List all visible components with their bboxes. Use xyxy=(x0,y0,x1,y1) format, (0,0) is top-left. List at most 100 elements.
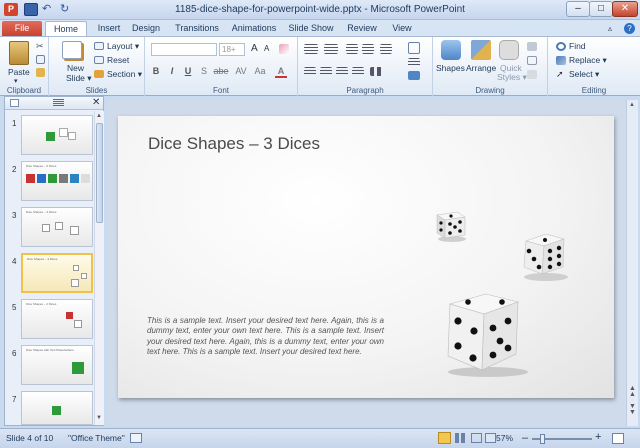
shape-effects-icon[interactable] xyxy=(527,70,537,79)
scroll-up-icon[interactable]: ▲ xyxy=(96,113,102,119)
font-color-button[interactable]: A xyxy=(275,66,287,78)
thumbnail-slide-1[interactable] xyxy=(21,115,93,155)
theme-name[interactable]: "Office Theme" xyxy=(68,433,125,443)
shape-outline-icon[interactable] xyxy=(527,56,537,65)
scroll-thumb[interactable] xyxy=(96,123,103,223)
text-direction-icon[interactable] xyxy=(408,42,420,54)
slide-sorter-icon[interactable] xyxy=(455,433,467,443)
paste-label[interactable]: Paste xyxy=(8,67,30,77)
tab-transitions[interactable]: Transitions xyxy=(170,21,224,37)
italic-button[interactable]: I xyxy=(166,66,178,76)
underline-button[interactable]: U xyxy=(182,66,194,76)
slide-body-text[interactable]: This is a sample text. Insert your desir… xyxy=(147,316,384,358)
scroll-up-icon[interactable]: ▲ xyxy=(629,102,635,108)
shapes-button[interactable]: Shapes xyxy=(436,63,465,73)
cut-icon[interactable]: ✂ xyxy=(36,42,45,51)
clear-format-icon[interactable] xyxy=(279,44,289,54)
tab-view[interactable]: View xyxy=(388,21,416,37)
slide-title[interactable]: Dice Shapes – 3 Dices xyxy=(148,134,320,154)
zoom-out-button[interactable]: – xyxy=(522,432,528,444)
shrink-font-icon[interactable]: A xyxy=(264,44,269,53)
dice-large-image[interactable] xyxy=(440,288,532,378)
quick-styles-label-2[interactable]: Styles ▾ xyxy=(497,72,527,83)
shapes-icon[interactable] xyxy=(441,40,461,60)
copy-icon[interactable] xyxy=(36,55,45,64)
align-center-icon[interactable] xyxy=(320,67,332,76)
maximize-button[interactable]: □ xyxy=(589,1,613,17)
zoom-level[interactable]: 57% xyxy=(496,433,513,443)
tab-review[interactable]: Review xyxy=(344,21,380,37)
replace-button[interactable]: Replace ▾ xyxy=(569,55,607,66)
panel-header: ✕ xyxy=(5,97,103,110)
minimize-ribbon-icon[interactable]: ▵ xyxy=(608,24,612,33)
shape-fill-icon[interactable] xyxy=(527,42,537,51)
help-icon[interactable]: ? xyxy=(624,23,635,34)
spell-check-icon[interactable] xyxy=(130,433,142,443)
zoom-in-button[interactable]: + xyxy=(595,431,601,443)
align-text-icon[interactable] xyxy=(408,58,420,67)
paste-icon[interactable] xyxy=(9,41,29,65)
tab-design[interactable]: Design xyxy=(128,21,164,37)
thumbnail-slide-5[interactable]: Dice Shapes – 2 Dices xyxy=(21,299,93,339)
slide-canvas[interactable]: Dice Shapes – 3 Dices This is a sample t… xyxy=(118,116,614,398)
layout-button[interactable]: Layout ▾ xyxy=(107,41,139,52)
grow-font-icon[interactable]: A xyxy=(251,43,258,54)
increase-indent-icon[interactable] xyxy=(362,44,374,54)
slides-tab-icon[interactable] xyxy=(10,99,19,107)
bullets-icon[interactable] xyxy=(304,44,318,54)
previous-slide-icon[interactable]: ▲ ▲ xyxy=(629,385,636,398)
find-button[interactable]: Find xyxy=(569,41,586,51)
minimize-button[interactable]: – xyxy=(566,1,590,17)
reading-view-icon[interactable] xyxy=(471,433,482,443)
tab-animations[interactable]: Animations xyxy=(228,21,280,37)
thumbnail-slide-7[interactable] xyxy=(21,391,93,425)
numbering-icon[interactable] xyxy=(324,44,338,54)
close-panel-icon[interactable]: ✕ xyxy=(92,97,100,108)
outline-tab-icon[interactable] xyxy=(53,99,64,107)
slideshow-icon[interactable] xyxy=(485,433,496,443)
arrange-icon[interactable] xyxy=(471,40,491,60)
new-slide-label-1[interactable]: New xyxy=(67,63,84,73)
bold-button[interactable]: B xyxy=(150,66,162,76)
normal-view-icon[interactable] xyxy=(438,432,451,444)
arrange-button[interactable]: Arrange xyxy=(466,63,496,73)
next-slide-icon[interactable]: ▼ ▼ xyxy=(629,403,636,416)
tab-file[interactable]: File xyxy=(2,21,42,37)
chevron-down-icon[interactable]: ▾ xyxy=(14,77,18,85)
justify-icon[interactable] xyxy=(352,67,364,76)
thumbnail-slide-2[interactable]: Dice Shapes – 6 Dices xyxy=(21,161,93,201)
shadow-button[interactable]: S xyxy=(198,66,210,76)
section-button[interactable]: Section ▾ xyxy=(107,69,142,80)
tab-insert[interactable]: Insert xyxy=(90,21,128,37)
align-right-icon[interactable] xyxy=(336,67,348,76)
change-case-button[interactable]: Aa xyxy=(253,66,267,76)
new-slide-icon[interactable] xyxy=(62,41,82,59)
thumbnail-slide-4[interactable]: Dice Shapes – 3 Dices xyxy=(21,253,93,293)
fit-to-window-icon[interactable] xyxy=(612,433,624,444)
line-spacing-icon[interactable] xyxy=(380,44,392,54)
decrease-indent-icon[interactable] xyxy=(346,44,358,54)
font-size-select[interactable]: 18+ xyxy=(219,43,245,56)
format-painter-icon[interactable] xyxy=(36,68,45,77)
font-name-select[interactable] xyxy=(151,43,217,56)
dice-medium-image[interactable] xyxy=(520,229,574,281)
zoom-slider-thumb[interactable] xyxy=(540,434,545,444)
select-button[interactable]: Select ▾ xyxy=(569,69,599,80)
smartart-icon[interactable] xyxy=(408,71,420,80)
columns-icon[interactable] xyxy=(370,67,382,76)
tab-home[interactable]: Home xyxy=(45,21,87,37)
dice-small-image[interactable] xyxy=(434,208,468,242)
scroll-down-icon[interactable]: ▼ xyxy=(96,415,102,421)
thumbnail-slide-3[interactable]: Dice Shapes – 3 Dices xyxy=(21,207,93,247)
character-spacing-button[interactable]: AV xyxy=(233,66,249,76)
tab-slide-show[interactable]: Slide Show xyxy=(286,21,336,37)
panel-scrollbar[interactable]: ▲ ▼ xyxy=(94,111,104,425)
editor-scrollbar[interactable]: ▲ ▲ ▲ ▼ ▼ xyxy=(626,100,638,426)
reset-button[interactable]: Reset xyxy=(107,55,129,65)
close-button[interactable]: ✕ xyxy=(612,1,638,17)
align-left-icon[interactable] xyxy=(304,67,316,76)
new-slide-label-2[interactable]: Slide ▾ xyxy=(66,73,92,84)
thumbnail-slide-6[interactable]: Dice Shapes with Text Placeholders xyxy=(21,345,93,385)
strikethrough-button[interactable]: abe xyxy=(212,66,230,76)
quick-styles-icon[interactable] xyxy=(499,40,519,60)
